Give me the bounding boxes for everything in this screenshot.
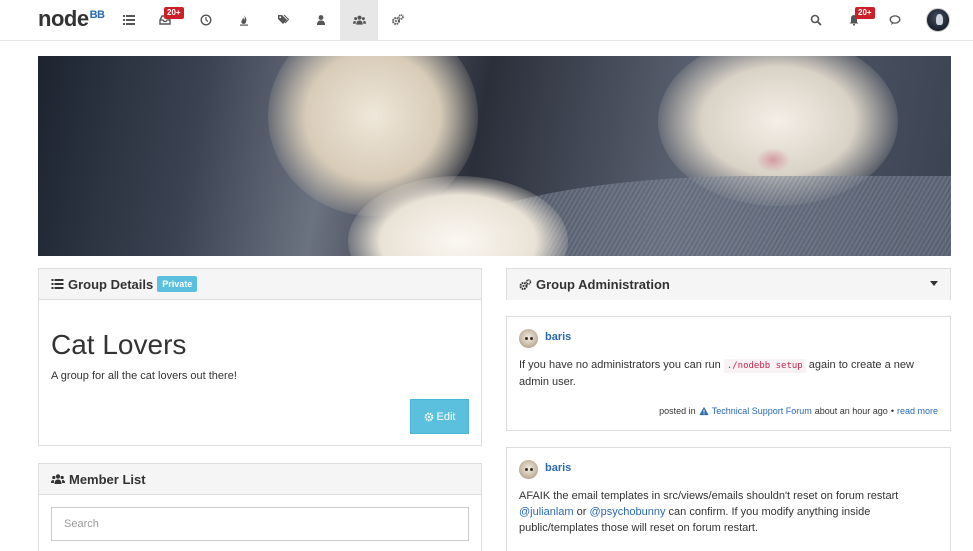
user-mention[interactable]: @julianlam (519, 506, 574, 518)
nav-unread[interactable]: 20+ (146, 0, 184, 40)
nav-users[interactable] (302, 0, 340, 40)
fire-icon (240, 15, 248, 26)
avatar[interactable] (519, 329, 538, 348)
category-link[interactable]: Technical Support Forum (712, 406, 812, 416)
member-list-heading: Member List (39, 464, 481, 495)
private-label: Private (157, 276, 198, 292)
group-details-title: Group Details (68, 276, 154, 292)
group-description: A group for all the cat lovers out there… (51, 370, 237, 382)
clock-icon (200, 14, 212, 26)
group-admin-heading: Group Administration (507, 269, 950, 300)
cogs-icon (392, 14, 404, 25)
nav-chats[interactable] (876, 0, 914, 40)
notifications-badge: 20+ (855, 7, 875, 19)
warning-icon (699, 406, 709, 416)
group-details-panel: Group Details Private Cat Lovers A group… (38, 268, 482, 446)
user-mention[interactable]: @psychobunny (589, 506, 665, 518)
nav-admin[interactable] (379, 0, 417, 40)
group-admin-panel[interactable]: Group Administration (506, 268, 951, 300)
post-meta: posted in Technical Support Forum about … (659, 406, 938, 416)
users-icon (352, 15, 366, 25)
group-cover-image (38, 56, 951, 256)
avatar[interactable] (519, 460, 538, 479)
edit-group-button[interactable]: Edit (410, 399, 469, 434)
post-content: AFAIK the email templates in src/views/e… (519, 490, 899, 534)
chevron-down-icon[interactable] (930, 281, 938, 286)
nodebb-logo[interactable]: nodeBB (38, 6, 105, 32)
tags-icon (278, 14, 289, 24)
user-avatar[interactable] (926, 8, 950, 32)
user-icon (317, 15, 325, 25)
nav-search[interactable] (797, 0, 835, 40)
nav-notifications[interactable]: 20+ (835, 0, 875, 40)
member-list-panel: Member List (38, 463, 482, 551)
cogs-icon (519, 278, 532, 290)
nav-recent[interactable] (187, 0, 225, 40)
comment-icon (889, 15, 901, 25)
group-admin-title: Group Administration (536, 277, 670, 292)
read-more-link[interactable]: read more (897, 406, 938, 416)
post-timestamp: about an hour ago (814, 406, 888, 416)
nav-popular[interactable] (225, 0, 263, 40)
gear-icon (424, 412, 433, 421)
nav-categories[interactable] (110, 0, 148, 40)
group-details-heading: Group Details Private (39, 269, 481, 300)
list-icon (51, 279, 64, 289)
post-author[interactable]: baris (545, 462, 571, 474)
nav-tags[interactable] (264, 0, 302, 40)
post-item: baris If you have no administrators you … (506, 316, 951, 431)
nav-groups[interactable] (340, 0, 378, 40)
users-icon (51, 474, 65, 484)
code-snippet: ./nodebb setup (723, 359, 806, 373)
list-icon (123, 15, 135, 25)
member-list-title: Member List (69, 471, 146, 487)
search-icon (810, 14, 822, 26)
group-name: Cat Lovers (51, 329, 187, 360)
member-search-input[interactable] (51, 507, 469, 541)
post-item: baris AFAIK the email templates in src/v… (506, 447, 951, 551)
post-author[interactable]: baris (545, 331, 571, 343)
navbar: nodeBB 20+ 20+ (0, 0, 973, 41)
post-content: If you have no administrators you can ru… (519, 359, 914, 388)
unread-badge: 20+ (164, 7, 184, 19)
